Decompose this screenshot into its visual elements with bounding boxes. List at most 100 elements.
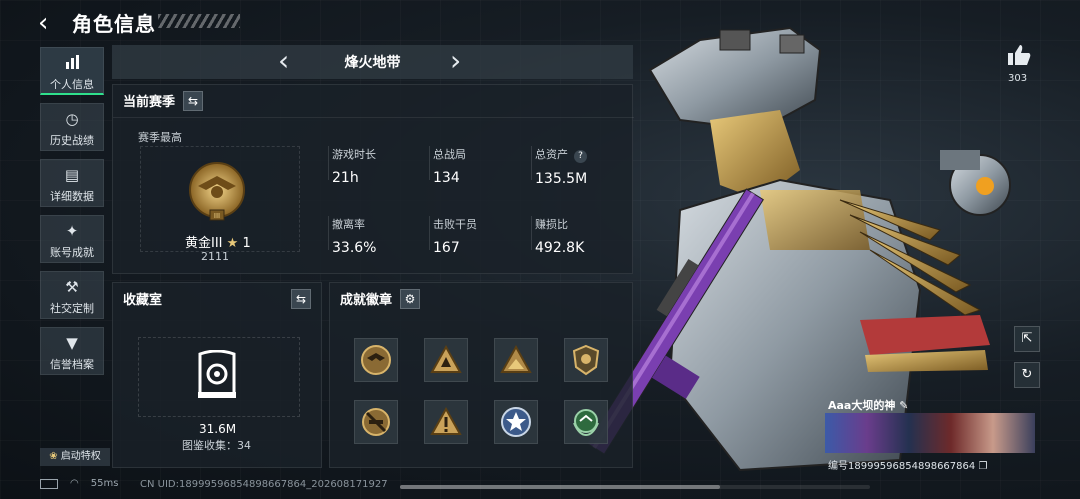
- header-stripes-decoration: [158, 14, 240, 28]
- player-banner: [825, 413, 1035, 453]
- share-icon[interactable]: ⇱: [1014, 326, 1040, 352]
- trophy-icon: ✦: [65, 222, 79, 240]
- stat-label: 击败干员: [433, 218, 477, 231]
- privilege-icon: ❀: [49, 451, 58, 462]
- header: ‹ 角色信息: [38, 8, 156, 37]
- shield-badge[interactable]: [564, 338, 608, 382]
- rank-score: 2111: [201, 250, 229, 263]
- privilege-label: 启动特权: [60, 451, 101, 462]
- clock-icon: ◷: [65, 110, 79, 128]
- bar-chart-icon: [41, 54, 103, 76]
- star-icon: ★: [226, 236, 239, 251]
- sidebar-item-social[interactable]: ⚒ 社交定制: [40, 271, 104, 319]
- stat-value: 134: [433, 170, 460, 186]
- stat-label: 游戏时长: [332, 148, 376, 161]
- sidebar-item-credit[interactable]: ▼ 信誉档案: [40, 327, 104, 375]
- privilege-button[interactable]: ❀ 启动特权: [40, 448, 110, 466]
- player-card[interactable]: Aaa大坝的神 ✎ 编号18999596854898667864 ❐: [825, 393, 1037, 475]
- tools-icon: ⚒: [65, 278, 79, 296]
- like-button[interactable]: [1006, 44, 1032, 70]
- stat-divider: [328, 216, 329, 250]
- player-id-text: 编号18999596854898667864: [828, 461, 976, 472]
- sidebar-item-history[interactable]: ◷ 历史战绩: [40, 103, 104, 151]
- stat-value: 167: [433, 240, 460, 256]
- stat-total-assets: 总资产? 135.5M: [531, 146, 588, 187]
- rank-name-text: 黄金III: [185, 236, 223, 251]
- map-selector: ‹ 烽火地带 ›: [112, 45, 633, 79]
- previous-map-arrow-icon[interactable]: ‹: [278, 47, 289, 75]
- stat-divider: [531, 146, 532, 180]
- stat-divider: [531, 216, 532, 250]
- stat-label: 赚损比: [535, 218, 568, 231]
- stat-value: 33.6%: [332, 240, 377, 256]
- page-title: 角色信息: [72, 12, 156, 36]
- collection-heading: 收藏室: [123, 293, 163, 308]
- stat-value: 21h: [332, 170, 359, 186]
- display-case-icon: [198, 350, 236, 398]
- stat-label: 总资产?: [535, 146, 587, 163]
- stat-operators-killed: 击败干员 167: [429, 216, 477, 256]
- sidebar-item-details[interactable]: ▤ 详细数据: [40, 159, 104, 207]
- sidebar-item-label: 社交定制: [50, 302, 94, 315]
- sidebar-item-label: 个人信息: [50, 78, 94, 91]
- sidebar-item-achievements[interactable]: ✦ 账号成就: [40, 215, 104, 263]
- stat-profit-loss-ratio: 赚损比 492.8K: [531, 216, 585, 256]
- sidebar-item-label: 详细数据: [50, 190, 94, 203]
- collection-swap-button[interactable]: ⇆: [291, 289, 311, 309]
- folder-icon: ▤: [64, 166, 80, 184]
- stat-label: 总战局: [433, 148, 466, 161]
- uid-text: CN UID:18999596854898667864_202608171927: [140, 479, 388, 490]
- season-heading: 当前赛季: [123, 95, 176, 110]
- help-icon[interactable]: ?: [574, 150, 587, 163]
- stat-divider: [429, 146, 430, 180]
- svg-text:III: III: [214, 212, 220, 220]
- back-arrow-icon[interactable]: ‹: [38, 10, 62, 36]
- stat-divider: [429, 216, 430, 250]
- star-badge[interactable]: [494, 400, 538, 444]
- stat-value: 492.8K: [535, 240, 585, 256]
- achievements-heading: 成就徽章: [340, 293, 393, 308]
- thumbs-up-icon: [1008, 45, 1031, 65]
- stat-divider: [328, 146, 329, 180]
- season-best-label: 赛季最高: [138, 131, 182, 144]
- scrollbar-thumb[interactable]: [400, 485, 720, 489]
- divider: [113, 117, 634, 118]
- stat-play-time: 游戏时长 21h: [328, 146, 376, 186]
- copy-icon[interactable]: ❐: [978, 461, 987, 472]
- shield-icon: ▼: [66, 334, 78, 352]
- wifi-icon: ◠: [70, 478, 79, 489]
- player-name: Aaa大坝的神 ✎: [828, 397, 908, 413]
- refresh-icon[interactable]: ↻: [1014, 362, 1040, 388]
- gold-rank-medal-icon: III: [189, 162, 245, 221]
- player-name-text: Aaa大坝的神: [828, 399, 896, 412]
- sidebar-item-label: 账号成就: [50, 246, 94, 259]
- map-name: 烽火地带: [344, 55, 401, 71]
- scrollbar[interactable]: [400, 485, 870, 489]
- laurel-badge[interactable]: [564, 400, 608, 444]
- season-swap-button[interactable]: ⇆: [183, 91, 203, 111]
- rank-name: 黄金III ★ 1: [185, 232, 251, 251]
- stat-label-text: 总资产: [535, 148, 568, 161]
- battery-icon: [40, 478, 58, 489]
- sidebar-item-personal-info[interactable]: 个人信息: [40, 47, 104, 95]
- no-gun-badge[interactable]: [354, 400, 398, 444]
- stat-extraction-rate: 撤离率 33.6%: [328, 216, 377, 256]
- sidebar: 个人信息 ◷ 历史战绩 ▤ 详细数据 ✦ 账号成就 ⚒ 社交定制 ▼ 信誉档案: [40, 47, 104, 383]
- like-count: 303: [1008, 73, 1028, 84]
- status-bar: ◠ 55ms: [40, 478, 118, 489]
- edit-icon[interactable]: ✎: [899, 399, 908, 412]
- rank-stars: 1: [242, 236, 251, 251]
- triangle-badge-1[interactable]: [424, 338, 468, 382]
- player-id: 编号18999596854898667864 ❐: [828, 457, 987, 472]
- gear-icon[interactable]: ⚙: [400, 289, 420, 309]
- stat-total-matches: 总战局 134: [429, 146, 466, 186]
- sidebar-item-label: 信誉档案: [50, 358, 94, 371]
- ping-text: 55ms: [90, 478, 119, 489]
- triangle-badge-2[interactable]: [494, 338, 538, 382]
- collection-count: 图鉴收集：34: [182, 439, 251, 452]
- warning-badge[interactable]: [424, 400, 468, 444]
- eagle-badge[interactable]: [354, 338, 398, 382]
- stat-value: 135.5M: [535, 171, 588, 187]
- collection-value: 31.6M: [199, 422, 237, 436]
- next-map-arrow-icon[interactable]: ›: [450, 47, 461, 75]
